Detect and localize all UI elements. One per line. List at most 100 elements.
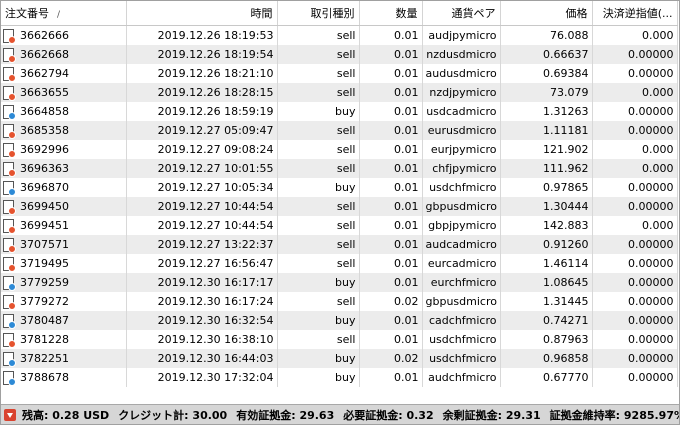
- table-row[interactable]: 3781228 2019.12.30 16:38:10 sell 0.01 usdchf…: [1, 330, 678, 349]
- buy-order-icon: [3, 370, 16, 386]
- cell-time: 2019.12.26 18:19:53: [126, 25, 278, 45]
- cell-ticket: 3664858: [1, 102, 127, 121]
- column-header-ticket[interactable]: 注文番号 /: [1, 1, 127, 26]
- table-row[interactable]: 3780487 2019.12.30 16:32:54 buy 0.01 cadchfm…: [1, 311, 678, 330]
- cell-size: 0.01: [359, 197, 423, 216]
- cell-price: 0.91260: [500, 235, 593, 254]
- ticket-wrapper: 3780487: [3, 313, 123, 329]
- cell-symbol: nzdusdmicro: [422, 45, 501, 64]
- order-type-dot-icon: [8, 282, 16, 291]
- table-row[interactable]: 3699450 2019.12.27 10:44:54 sell 0.01 gbpusd…: [1, 197, 678, 216]
- cell-type: sell: [277, 254, 360, 273]
- column-header-sl[interactable]: 決済逆指値(...: [592, 1, 678, 26]
- order-type-dot-icon: [8, 301, 16, 310]
- table-row[interactable]: 3685358 2019.12.27 05:09:47 sell 0.01 eurusd…: [1, 121, 678, 140]
- cell-sl: 0.00000: [592, 178, 678, 197]
- ticket-number: 3779259: [20, 276, 69, 289]
- sell-order-icon: [3, 237, 16, 253]
- cell-symbol: eurchfmicro: [422, 273, 501, 292]
- column-header-price[interactable]: 価格: [500, 1, 593, 26]
- cell-sl: 0.000: [592, 216, 678, 235]
- cell-symbol: chfjpymicro: [422, 159, 501, 178]
- sell-order-icon: [3, 256, 16, 272]
- table-row[interactable]: 3664858 2019.12.26 18:59:19 buy 0.01 usdcadm…: [1, 102, 678, 121]
- cell-time: 2019.12.26 18:21:10: [126, 64, 278, 83]
- ticket-number: 3779272: [20, 295, 69, 308]
- cell-size: 0.01: [359, 216, 423, 235]
- cell-type: buy: [277, 311, 360, 330]
- table-row[interactable]: 3662794 2019.12.26 18:21:10 sell 0.01 audusd…: [1, 64, 678, 83]
- cell-price: 1.46114: [500, 254, 593, 273]
- cell-sl: 0.00000: [592, 235, 678, 254]
- cell-symbol: eurjpymicro: [422, 140, 501, 159]
- ticket-number: 3696363: [20, 162, 69, 175]
- sell-order-icon: [3, 218, 16, 234]
- ticket-number: 3663655: [20, 86, 69, 99]
- cell-price: 0.69384: [500, 64, 593, 83]
- cell-size: 0.01: [359, 121, 423, 140]
- ticket-number: 3782251: [20, 352, 69, 365]
- cell-type: sell: [277, 159, 360, 178]
- cell-sl: 0.00000: [592, 349, 678, 368]
- table-row[interactable]: 3696363 2019.12.27 10:01:55 sell 0.01 chfjpy…: [1, 159, 678, 178]
- ticket-number: 3780487: [20, 314, 69, 327]
- cell-symbol: audchfmicro: [422, 368, 501, 387]
- cell-sl: 0.00000: [592, 273, 678, 292]
- table-row[interactable]: 3662666 2019.12.26 18:19:53 sell 0.01 audjpy…: [1, 25, 678, 45]
- cell-sl: 0.00000: [592, 45, 678, 64]
- order-type-dot-icon: [8, 358, 16, 367]
- column-header-type[interactable]: 取引種別: [277, 1, 360, 26]
- order-type-dot-icon: [8, 130, 16, 139]
- table-row[interactable]: 3719495 2019.12.27 16:56:47 sell 0.01 eurcad…: [1, 254, 678, 273]
- cell-ticket: 3699451: [1, 216, 127, 235]
- table-row[interactable]: 3699451 2019.12.27 10:44:54 sell 0.01 gbpjpy…: [1, 216, 678, 235]
- cell-sl: 0.00000: [592, 254, 678, 273]
- cell-size: 0.01: [359, 140, 423, 159]
- cell-price: 76.088: [500, 25, 593, 45]
- ticket-wrapper: 3662794: [3, 66, 123, 82]
- table-row[interactable]: 3663655 2019.12.26 18:28:15 sell 0.01 nzdjpy…: [1, 83, 678, 102]
- table-row[interactable]: 3707571 2019.12.27 13:22:37 sell 0.01 audcad…: [1, 235, 678, 254]
- ticket-wrapper: 3788678: [3, 370, 123, 386]
- cell-ticket: 3692996: [1, 140, 127, 159]
- cell-time: 2019.12.30 16:32:54: [126, 311, 278, 330]
- cell-price: 0.66637: [500, 45, 593, 64]
- sell-order-icon: [3, 142, 16, 158]
- cell-price: 111.962: [500, 159, 593, 178]
- ticket-wrapper: 3696363: [3, 161, 123, 177]
- cell-symbol: audjpymicro: [422, 25, 501, 45]
- cell-type: sell: [277, 235, 360, 254]
- sell-order-icon: [3, 47, 16, 63]
- column-header-size[interactable]: 数量: [359, 1, 423, 26]
- cell-type: buy: [277, 178, 360, 197]
- cell-price: 1.08645: [500, 273, 593, 292]
- cell-type: buy: [277, 368, 360, 387]
- sell-order-icon: [3, 332, 16, 348]
- table-row[interactable]: 3692996 2019.12.27 09:08:24 sell 0.01 eurjpy…: [1, 140, 678, 159]
- table-row[interactable]: 3696870 2019.12.27 10:05:34 buy 0.01 usdchfm…: [1, 178, 678, 197]
- cell-sl: 0.00000: [592, 330, 678, 349]
- cell-ticket: 3782251: [1, 349, 127, 368]
- ticket-wrapper: 3696870: [3, 180, 123, 196]
- cell-symbol: audcadmicro: [422, 235, 501, 254]
- table-row[interactable]: 3788678 2019.12.30 17:32:04 buy 0.01 audchfm…: [1, 368, 678, 387]
- cell-symbol: cadchfmicro: [422, 311, 501, 330]
- cell-size: 0.01: [359, 368, 423, 387]
- table-row[interactable]: 3782251 2019.12.30 16:44:03 buy 0.02 usdchfm…: [1, 349, 678, 368]
- collapse-arrow-icon[interactable]: [4, 408, 16, 421]
- ticket-number: 3699451: [20, 219, 69, 232]
- column-header-time[interactable]: 時間: [126, 1, 278, 26]
- ticket-wrapper: 3662668: [3, 47, 123, 63]
- cell-symbol: eurcadmicro: [422, 254, 501, 273]
- cell-price: 73.079: [500, 83, 593, 102]
- table-row[interactable]: 3662668 2019.12.26 18:19:54 sell 0.01 nzdusd…: [1, 45, 678, 64]
- ticket-wrapper: 3779259: [3, 275, 123, 291]
- table-row[interactable]: 3779259 2019.12.30 16:17:17 buy 0.01 eurchfm…: [1, 273, 678, 292]
- table-row[interactable]: 3779272 2019.12.30 16:17:24 sell 0.02 gbpusd…: [1, 292, 678, 311]
- cell-ticket: 3719495: [1, 254, 127, 273]
- cell-sl: 0.00000: [592, 311, 678, 330]
- cell-ticket: 3781228: [1, 330, 127, 349]
- column-header-symbol[interactable]: 通貨ペア: [422, 1, 501, 26]
- order-type-dot-icon: [8, 168, 16, 177]
- status-equity: 有効証拠金: 29.63: [236, 408, 335, 422]
